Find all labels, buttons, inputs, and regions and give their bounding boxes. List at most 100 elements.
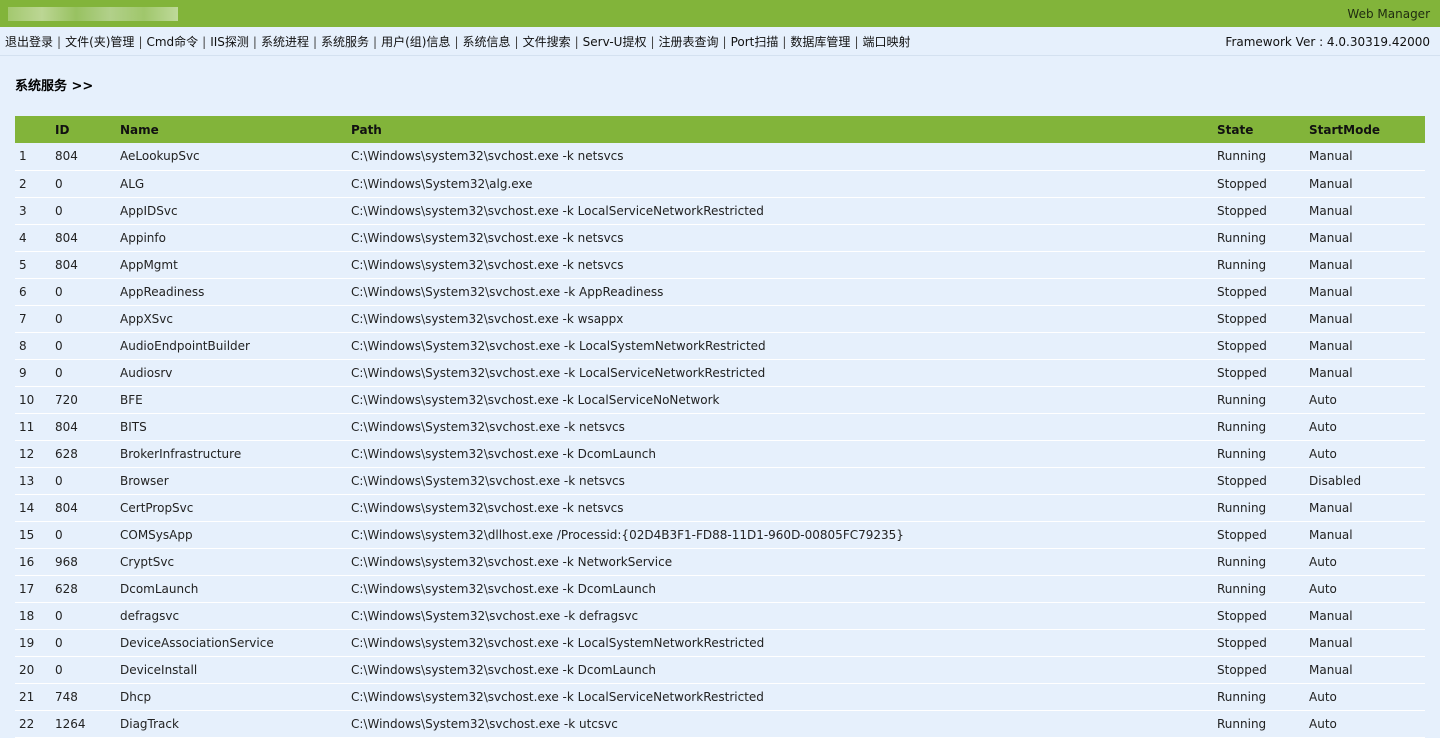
menu-item-11[interactable]: 注册表查询: [659, 35, 719, 49]
row-index: 14: [15, 494, 51, 522]
menu-separator: |: [454, 35, 459, 49]
service-path: C:\Windows\system32\svchost.exe -k netsv…: [347, 143, 1213, 171]
service-name: ALG: [116, 170, 347, 198]
service-startmode: Manual: [1305, 656, 1425, 684]
service-id: 1264: [51, 710, 116, 738]
service-path: C:\Windows\System32\alg.exe: [347, 170, 1213, 198]
col-header-state: State: [1217, 122, 1254, 137]
table-row: 17 628 DcomLaunch C:\Windows\system32\svcho…: [15, 575, 1425, 603]
menu-item-14[interactable]: 端口映射: [862, 35, 910, 49]
service-path: C:\Windows\system32\svchost.exe -k Local…: [347, 197, 1213, 225]
service-id: 0: [51, 197, 116, 225]
table-row: 21 748 Dhcp C:\Windows\system32\svchost.exe…: [15, 683, 1425, 711]
row-index: 17: [15, 575, 51, 603]
service-startmode: Manual: [1305, 629, 1425, 657]
menu-item-3[interactable]: Cmd命令: [146, 35, 198, 49]
service-id: 0: [51, 278, 116, 306]
row-index: 13: [15, 467, 51, 495]
table-row: 14 804 CertPropSvc C:\Windows\system32\svch…: [15, 494, 1425, 522]
service-name: AppXSvc: [116, 305, 347, 333]
menu-separator: |: [514, 35, 519, 49]
row-index: 21: [15, 683, 51, 711]
col-header-startmode: StartMode: [1309, 122, 1381, 137]
service-startmode: Manual: [1305, 170, 1425, 198]
service-path: C:\Windows\System32\svchost.exe -k defra…: [347, 602, 1213, 630]
menu-item-1[interactable]: 退出登录: [5, 35, 53, 49]
row-index: 3: [15, 197, 51, 225]
service-name: defragsvc: [116, 602, 347, 630]
service-state: Stopped: [1213, 629, 1305, 657]
service-path: C:\Windows\system32\dllhost.exe /Process…: [347, 521, 1213, 549]
service-state: Stopped: [1213, 467, 1305, 495]
service-startmode: Auto: [1305, 683, 1425, 711]
row-index: 8: [15, 332, 51, 360]
row-index: 10: [15, 386, 51, 414]
menu-item-10[interactable]: Serv-U提权: [583, 35, 647, 49]
menu-item-5[interactable]: 系统进程: [261, 35, 309, 49]
service-state: Stopped: [1213, 170, 1305, 198]
menu-item-4[interactable]: IIS探测: [210, 35, 249, 49]
service-path: C:\Windows\system32\svchost.exe -k netsv…: [347, 224, 1213, 252]
menu-item-2[interactable]: 文件(夹)管理: [65, 35, 134, 49]
service-id: 804: [51, 251, 116, 279]
menu-item-7[interactable]: 用户(组)信息: [381, 35, 450, 49]
menu-separator: |: [373, 35, 378, 49]
service-path: C:\Windows\System32\svchost.exe -k Local…: [347, 332, 1213, 360]
row-index: 2: [15, 170, 51, 198]
service-startmode: Auto: [1305, 440, 1425, 468]
menu-item-12[interactable]: Port扫描: [731, 35, 779, 49]
service-startmode: Auto: [1305, 386, 1425, 414]
col-header-name: Name: [120, 122, 159, 137]
service-path: C:\Windows\system32\svchost.exe -k wsapp…: [347, 305, 1213, 333]
service-state: Stopped: [1213, 278, 1305, 306]
service-path: C:\Windows\system32\svchost.exe -k Local…: [347, 683, 1213, 711]
service-id: 804: [51, 494, 116, 522]
service-path: C:\Windows\system32\svchost.exe -k Local…: [347, 386, 1213, 414]
table-row: 7 0 AppXSvc C:\Windows\system32\svchost.exe…: [15, 305, 1425, 333]
service-id: 0: [51, 521, 116, 549]
row-index: 11: [15, 413, 51, 441]
menu-separator: |: [782, 35, 787, 49]
service-name: Browser: [116, 467, 347, 495]
table-row: 9 0 Audiosrv C:\Windows\System32\svchost.ex…: [15, 359, 1425, 387]
service-path: C:\Windows\system32\svchost.exe -k DcomL…: [347, 656, 1213, 684]
service-name: COMSysApp: [116, 521, 347, 549]
service-state: Running: [1213, 143, 1305, 171]
service-state: Stopped: [1213, 602, 1305, 630]
table-row: 5 804 AppMgmt C:\Windows\system32\svchost.e…: [15, 251, 1425, 279]
row-index: 1: [15, 143, 51, 171]
service-id: 0: [51, 170, 116, 198]
service-id: 628: [51, 575, 116, 603]
service-startmode: Disabled: [1305, 467, 1425, 495]
menu-item-13[interactable]: 数据库管理: [790, 35, 850, 49]
service-path: C:\Windows\system32\svchost.exe -k netsv…: [347, 494, 1213, 522]
service-name: DcomLaunch: [116, 575, 347, 603]
service-state: Stopped: [1213, 359, 1305, 387]
service-state: Running: [1213, 575, 1305, 603]
table-row: 13 0 Browser C:\Windows\System32\svchost.ex…: [15, 467, 1425, 495]
menu-item-6[interactable]: 系统服务: [321, 35, 369, 49]
service-state: Running: [1213, 251, 1305, 279]
service-state: Running: [1213, 440, 1305, 468]
top-bar: Web Manager: [0, 0, 1440, 27]
service-id: 804: [51, 413, 116, 441]
service-name: DiagTrack: [116, 710, 347, 738]
service-path: C:\Windows\system32\svchost.exe -k Netwo…: [347, 548, 1213, 576]
service-startmode: Manual: [1305, 305, 1425, 333]
service-id: 804: [51, 143, 116, 171]
service-state: Stopped: [1213, 197, 1305, 225]
row-index: 4: [15, 224, 51, 252]
service-name: AeLookupSvc: [116, 143, 347, 171]
table-row: 11 804 BITS C:\Windows\System32\svchost.exe…: [15, 413, 1425, 441]
service-state: Running: [1213, 413, 1305, 441]
page-title: 系统服务 >>: [15, 79, 94, 94]
service-startmode: Auto: [1305, 548, 1425, 576]
col-header-index: [15, 116, 51, 143]
menu-item-8[interactable]: 系统信息: [463, 35, 511, 49]
table-row: 10 720 BFE C:\Windows\system32\svchost.exe …: [15, 386, 1425, 414]
table-header-row: ID Name Path State StartMode: [15, 116, 1425, 143]
menu-item-9[interactable]: 文件搜索: [523, 35, 571, 49]
service-path: C:\Windows\System32\svchost.exe -k netsv…: [347, 467, 1213, 495]
row-index: 7: [15, 305, 51, 333]
service-name: Dhcp: [116, 683, 347, 711]
